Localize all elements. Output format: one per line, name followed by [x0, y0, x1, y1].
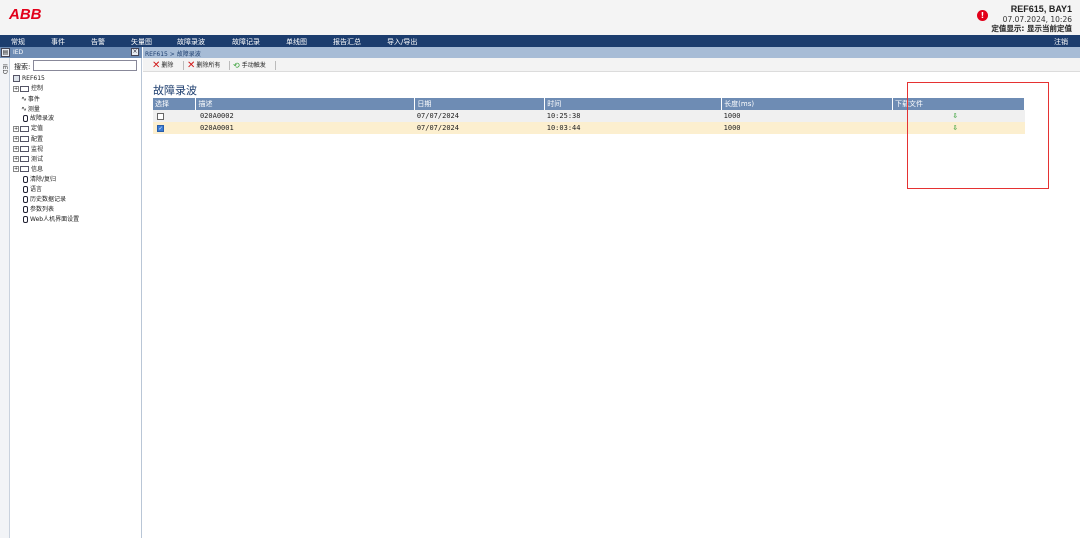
col-length[interactable]: 长度(ms) — [721, 98, 894, 110]
time-cell: 10:03:44 — [544, 122, 722, 134]
app-header: ABB ! REF615, BAY1 07.07.2024, 10:26 定值显… — [0, 0, 1080, 35]
length-cell: 1000 — [721, 122, 893, 134]
delete-all-button[interactable]: ✕删除所有 — [187, 60, 220, 71]
close-icon[interactable]: × — [131, 48, 139, 56]
tree-item-ref615[interactable]: REF615 — [13, 74, 141, 84]
table-row[interactable]: 020A0002 07/07/2024 10:25:38 1000 ⇩ — [153, 110, 1025, 122]
setting-display[interactable]: 定值显示: 显示当前定值 — [991, 24, 1072, 34]
tree-item-measurements[interactable]: ∿测量 — [13, 104, 141, 114]
expand-icon[interactable]: + — [13, 125, 19, 132]
records-table: 选择 描述 日期 时间 长度(ms) 下载文件 020A0002 07/07/2… — [153, 98, 1025, 134]
length-cell: 1000 — [721, 110, 893, 122]
table-header-row: 选择 描述 日期 时间 长度(ms) 下载文件 — [153, 98, 1025, 110]
table-row[interactable]: ✓ 020A0001 07/07/2024 10:03:44 1000 ⇩ — [153, 122, 1025, 134]
tree-item-configuration[interactable]: + 配置 — [13, 135, 141, 145]
delete-button[interactable]: ✕删除 — [152, 60, 173, 71]
description-cell: 020A0001 — [195, 122, 415, 134]
header-datetime: 07.07.2024, 10:26 — [1002, 14, 1072, 24]
folder-icon — [20, 146, 29, 153]
breadcrumb[interactable]: REF615 > 故障录波 — [145, 49, 201, 58]
toolbar: ✕删除 ✕删除所有 ⟲ 手动触发 — [143, 58, 1080, 72]
folder-icon — [20, 125, 29, 132]
tree-item-parameter-list[interactable]: 参数列表 — [13, 205, 141, 215]
menu-tree: REF615 + 控制 ∿事件 ∿测量 故障录波 + 定值 + 配置 + 监视 + 测试 … — [13, 74, 141, 225]
tree-item-control[interactable]: + 控制 — [13, 84, 141, 94]
menu-general[interactable]: 常规 — [11, 37, 25, 47]
menu-fault-records[interactable]: 故障记录 — [232, 37, 260, 47]
row-checkbox[interactable] — [157, 112, 164, 120]
alarm-icon[interactable]: ! — [977, 10, 988, 21]
manual-trigger-button[interactable]: ⟲ 手动触发 — [233, 60, 266, 71]
tree-item-history-log[interactable]: 历史数据记录 — [13, 195, 141, 205]
tree-item-information[interactable]: + 信息 — [13, 165, 141, 175]
tree-item-clear-reset[interactable]: 清除/复归 — [13, 175, 141, 185]
select-cell — [153, 110, 196, 122]
col-date[interactable]: 日期 — [414, 98, 546, 110]
select-cell: ✓ — [153, 122, 196, 134]
main-menu: 常规 事件 告警 矢量图 故障录波 故障记录 单线图 报告汇总 导入/导出 注销 — [0, 35, 1080, 47]
search-input[interactable] — [33, 60, 137, 71]
waveform-icon: ∿ — [21, 95, 27, 104]
page-icon — [23, 216, 28, 224]
sidebar-header: ▤ IED × — [0, 47, 142, 58]
folder-icon — [20, 166, 29, 173]
logout-link[interactable]: 注销 — [1054, 37, 1068, 47]
device-icon — [13, 75, 20, 82]
page-icon — [23, 206, 28, 214]
device-name: REF615, BAY1 — [1010, 4, 1072, 14]
delete-all-icon: ✕ — [187, 60, 196, 71]
page-icon — [23, 196, 28, 204]
tree-item-monitoring[interactable]: + 监视 — [13, 145, 141, 155]
tree-item-tests[interactable]: + 测试 — [13, 155, 141, 165]
breadcrumb-bar: REF615 > 故障录波 — [143, 47, 1080, 58]
date-cell: 07/07/2024 — [414, 122, 545, 134]
menu-single-line[interactable]: 单线图 — [286, 37, 307, 47]
time-cell: 10:25:38 — [544, 110, 722, 122]
date-cell: 07/07/2024 — [414, 110, 545, 122]
sidebar-title: IED — [13, 49, 24, 56]
folder-icon — [20, 136, 29, 143]
search-label: 搜索: — [14, 63, 31, 71]
toolbar-divider — [275, 61, 276, 70]
expand-icon[interactable]: + — [13, 146, 19, 153]
tree-item-events[interactable]: ∿事件 — [13, 94, 141, 104]
expand-icon[interactable]: + — [13, 85, 19, 92]
menu-import-export[interactable]: 导入/导出 — [387, 37, 417, 47]
row-checkbox[interactable]: ✓ — [157, 124, 164, 132]
tree-item-language[interactable]: 语言 — [13, 185, 141, 195]
expand-icon[interactable]: + — [13, 136, 19, 143]
header-status: REF615, BAY1 07.07.2024, 10:26 定值显示: 显示当… — [991, 4, 1072, 34]
folder-icon — [20, 156, 29, 163]
abb-logo: ABB — [9, 6, 42, 23]
col-select[interactable]: 选择 — [153, 98, 197, 110]
col-time[interactable]: 时间 — [544, 98, 723, 110]
page-icon — [23, 115, 28, 123]
col-description[interactable]: 描述 — [195, 98, 416, 110]
description-cell: 020A0002 — [195, 110, 415, 122]
page-title: 故障录波 — [153, 84, 197, 97]
annotation-highlight-box — [907, 82, 1049, 189]
delete-icon: ✕ — [152, 60, 161, 71]
trigger-icon: ⟲ — [233, 61, 240, 70]
menu-disturbance-records[interactable]: 故障录波 — [177, 37, 205, 47]
expand-icon[interactable]: + — [13, 166, 19, 173]
tree-view-icon[interactable]: ▤ — [1, 48, 10, 57]
menu-alarms[interactable]: 告警 — [91, 37, 105, 47]
menu-report-summary[interactable]: 报告汇总 — [333, 37, 361, 47]
expand-icon[interactable]: + — [13, 156, 19, 163]
tree-item-settings[interactable]: + 定值 — [13, 124, 141, 134]
ied-tab-label: IED — [1, 64, 8, 75]
waveform-icon: ∿ — [21, 105, 27, 114]
sidebar: ▤ IED × IED 搜索: REF615 + 控制 ∿事件 ∿测量 故障录波 … — [0, 47, 142, 538]
folder-icon — [20, 85, 29, 92]
page-icon — [23, 186, 28, 194]
toolbar-divider — [183, 61, 184, 70]
ied-vertical-tab[interactable]: IED — [0, 58, 10, 538]
menu-phasor[interactable]: 矢量图 — [131, 37, 152, 47]
menu-events[interactable]: 事件 — [51, 37, 65, 47]
toolbar-divider — [229, 61, 230, 70]
tree-item-disturbance-records[interactable]: 故障录波 — [13, 114, 141, 124]
tree-item-web-hmi-settings[interactable]: Web人机界面设置 — [13, 215, 141, 225]
page-icon — [23, 175, 28, 183]
